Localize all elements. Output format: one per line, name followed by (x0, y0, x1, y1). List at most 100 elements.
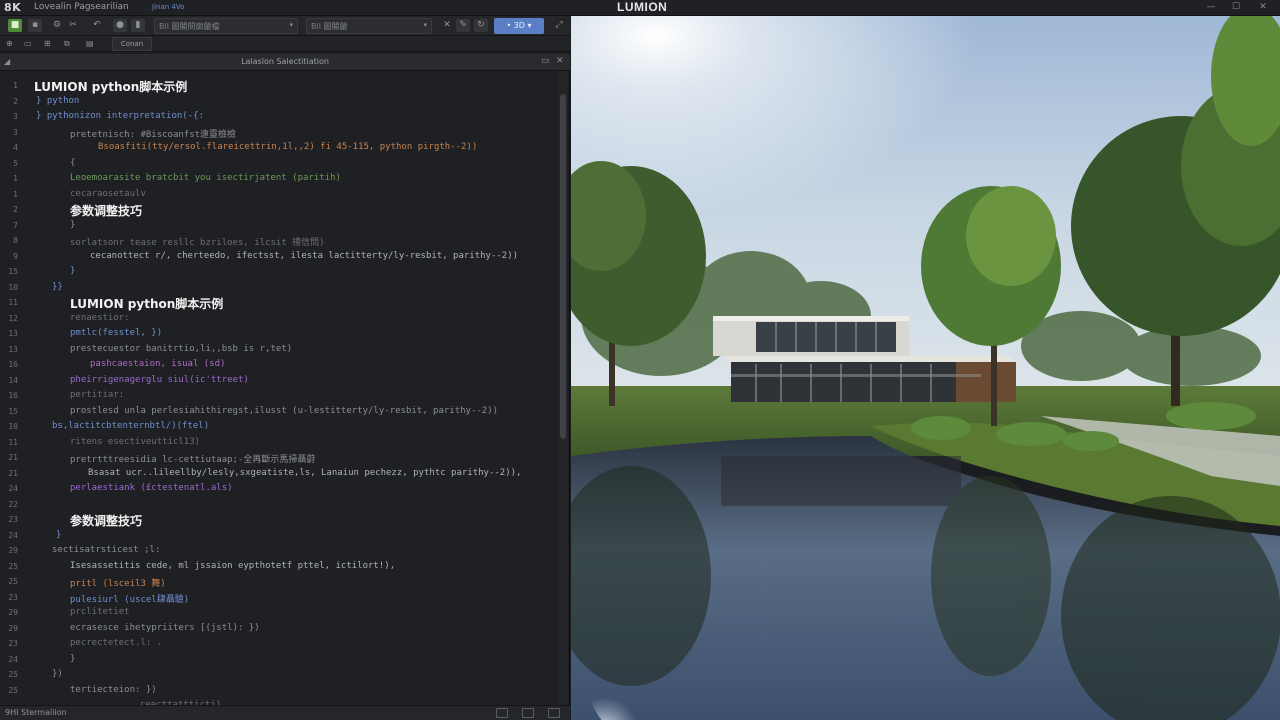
code-text: pritl (lsceil3 舞) (70, 579, 166, 589)
grid-icon[interactable]: ⊞ (44, 38, 51, 50)
code-line[interactable]: 29 sectisatrsticest ;l: (0, 542, 560, 559)
panel-icon[interactable] (522, 708, 534, 718)
code-line[interactable]: 12 renaestior: (0, 310, 560, 327)
code-line[interactable]: 10}} (0, 279, 560, 296)
close-tab-button[interactable]: ✕ (440, 19, 454, 32)
undo-button[interactable]: ↶ (90, 19, 104, 32)
code-line[interactable]: 10 bs,lactitcbtenternbtl/)(ftel) (0, 418, 560, 435)
scene-select-value: Bll 圖閣問廓嚴檔 (159, 22, 220, 31)
code-line[interactable]: 25 tertiecteion: }) (0, 682, 560, 699)
minimize-icon[interactable]: ▭ (541, 56, 550, 66)
code-editor[interactable]: 1 LUMION python脚本示例 2} python 3} pythonizon… (0, 71, 568, 705)
file-icon[interactable]: ⊕ (6, 38, 13, 50)
line-number: 29 (8, 623, 18, 633)
expand-icon: ⤢ (555, 20, 563, 30)
3d-view-button[interactable]: • 3D ▾ (494, 18, 544, 34)
code-line[interactable]: 7} (0, 217, 560, 234)
tools-button[interactable]: ✂ (66, 19, 80, 32)
line-number: 7 (13, 220, 18, 230)
brush-button[interactable]: ✎ (456, 19, 470, 32)
close-button[interactable]: ✕ (1256, 1, 1270, 13)
code-line[interactable]: 29 prclitetiet (0, 604, 560, 621)
code-line[interactable]: 25}) (0, 666, 560, 683)
status-bar: 9HI Stermaliion (0, 705, 570, 720)
code-line[interactable]: 16 pertitiar: (0, 387, 560, 404)
code-line[interactable]: 3} pythonizon interpretation(-{: (0, 108, 560, 125)
code-line[interactable]: 29 ecrasesce ihetypriiters [(jstl): }) (0, 620, 560, 637)
code-line[interactable]: 4 Bsoasfiti(tty/ersol.flareicettrin,1l,,2… (0, 139, 560, 156)
settings-button[interactable]: ⚙ (50, 19, 64, 32)
save-button[interactable]: ▮ (131, 19, 145, 32)
layout-icon[interactable] (496, 708, 508, 718)
code-line[interactable]: 15} (0, 263, 560, 280)
scene-select[interactable]: Bll 圖閣問廓嚴檔 ▾ (154, 18, 298, 34)
line-number: 25 (8, 685, 18, 695)
line-number: 25 (8, 561, 18, 571)
code-line[interactable]: 25 Isesassetitis cede, ml jssaion eypthot… (0, 558, 560, 575)
code-line[interactable]: 8 sorlatsonr tease resllc bzriloes, ilcsi… (0, 232, 560, 249)
code-line[interactable]: 13 prestecuestor banitrtio,li,,bsb is r,t… (0, 341, 560, 358)
code-line[interactable]: 23 pulesiurl (uscel肆聶驗) (0, 589, 560, 606)
camera-icon[interactable]: ▤ (86, 38, 94, 50)
main-toolbar: ■ ▪ ⚙ ✂ ↶ ● ▮ Bll 圖閣問廓嚴檔 ▾ Bll 圖閣嚴 ▾ ✕ ✎… (0, 16, 570, 36)
scrollbar-thumb[interactable] (560, 94, 566, 439)
close-icon[interactable]: ✕ (556, 56, 564, 66)
code-line[interactable]: 9 cecanottect r/, cherteedo, ifectsst, il… (0, 248, 560, 265)
code-line[interactable]: 11 ritens esectiveutticl13) (0, 434, 560, 451)
code-line[interactable]: 24 perlaestiank (£ctestenatl.als) (0, 480, 560, 497)
record-icon: ● (116, 20, 124, 30)
code-line[interactable]: 23 参数调整技巧 (0, 511, 560, 528)
chevron-down-icon: ▾ (524, 21, 532, 30)
record-button[interactable]: ● (113, 19, 127, 32)
code-text: cecaraosetaulv (70, 188, 146, 199)
code-line[interactable]: 24} (0, 651, 560, 668)
code-line[interactable]: 2} python (0, 93, 560, 110)
code-text: }} (52, 281, 63, 292)
stop-button[interactable]: ▪ (28, 19, 42, 32)
code-line[interactable]: 25 pritl (lsceil3 舞) (0, 573, 560, 590)
code-text: } (70, 219, 76, 230)
status-text: 9HI Stermaliion (5, 708, 67, 717)
line-number: 21 (8, 468, 18, 478)
code-line[interactable]: 3 pretetnisch: #Biscoanfst遠靈檢檢 (0, 124, 560, 141)
line-number: 22 (8, 499, 18, 509)
run-button[interactable]: ■ (8, 19, 22, 32)
code-line[interactable]: 22 (0, 496, 560, 513)
code-line[interactable]: 23 pecrectetect.l: . (0, 635, 560, 652)
code-line[interactable]: 1 cecaraosetaulv (0, 186, 560, 203)
code-line[interactable]: 14 pheirrigenagerglu siul(ic'ttreet) (0, 372, 560, 389)
code-line[interactable]: 16 pashcaestaion, isual (sd) (0, 356, 560, 373)
line-number: 21 (8, 453, 18, 462)
layer-select[interactable]: Bll 圖閣嚴 ▾ (306, 18, 432, 34)
code-line[interactable]: 13 pmtlc(fesstel, }) (0, 325, 560, 342)
render-viewport[interactable] (571, 16, 1280, 720)
maximize-button[interactable]: ☐ (1229, 1, 1243, 13)
code-line[interactable]: 21 Bsasat ucr..lileellby/lesly,sxgeatiste… (0, 465, 560, 482)
expand-button[interactable]: ⤢ (552, 19, 566, 32)
split-icon[interactable] (548, 708, 560, 718)
minimize-button[interactable]: — (1204, 1, 1218, 13)
code-line[interactable]: 1 LUMION python脚本示例 (0, 77, 560, 94)
refresh-button[interactable]: ↻ (474, 19, 488, 32)
line-number: 24 (8, 530, 18, 540)
layers-icon[interactable]: ⧉ (64, 38, 70, 50)
code-line[interactable]: 1 Leoemoarasite bratcbit you isectirjaten… (0, 170, 560, 187)
code-line[interactable]: ceecttattticti) (0, 697, 560, 705)
code-text: Isesassetitis cede, ml jssaion eypthotet… (70, 560, 396, 571)
chevron-down-icon: ▾ (423, 21, 427, 29)
code-text: pheirrigenagerglu siul(ic'ttreet) (70, 374, 249, 385)
code-text: pulesiurl (uscel肆聶驗) (70, 594, 190, 605)
code-line[interactable]: 11 LUMION python脚本示例 (0, 294, 560, 311)
line-number: 1 (13, 81, 18, 90)
script-editor-panel: ■ ▪ ⚙ ✂ ↶ ● ▮ Bll 圖閣問廓嚴檔 ▾ Bll 圖閣嚴 ▾ ✕ ✎… (0, 16, 570, 720)
code-line[interactable]: 15 prostlesd unla perlesiahithiregst,ilus… (0, 403, 560, 420)
code-line[interactable]: 5{ (0, 155, 560, 172)
folder-icon[interactable]: ▭ (24, 38, 32, 50)
code-line[interactable]: 2 参数调整技巧 (0, 201, 560, 218)
code-line[interactable]: 21 pretrtttreesidia lc-cettiutaap;-全再斷示馬掃… (0, 449, 560, 466)
save-icon: ▮ (135, 20, 141, 30)
stop-icon: ▪ (31, 20, 39, 30)
line-number: 10 (8, 282, 18, 292)
tab-canvas[interactable]: Conan (112, 37, 152, 51)
code-line[interactable]: 24} (0, 527, 560, 544)
